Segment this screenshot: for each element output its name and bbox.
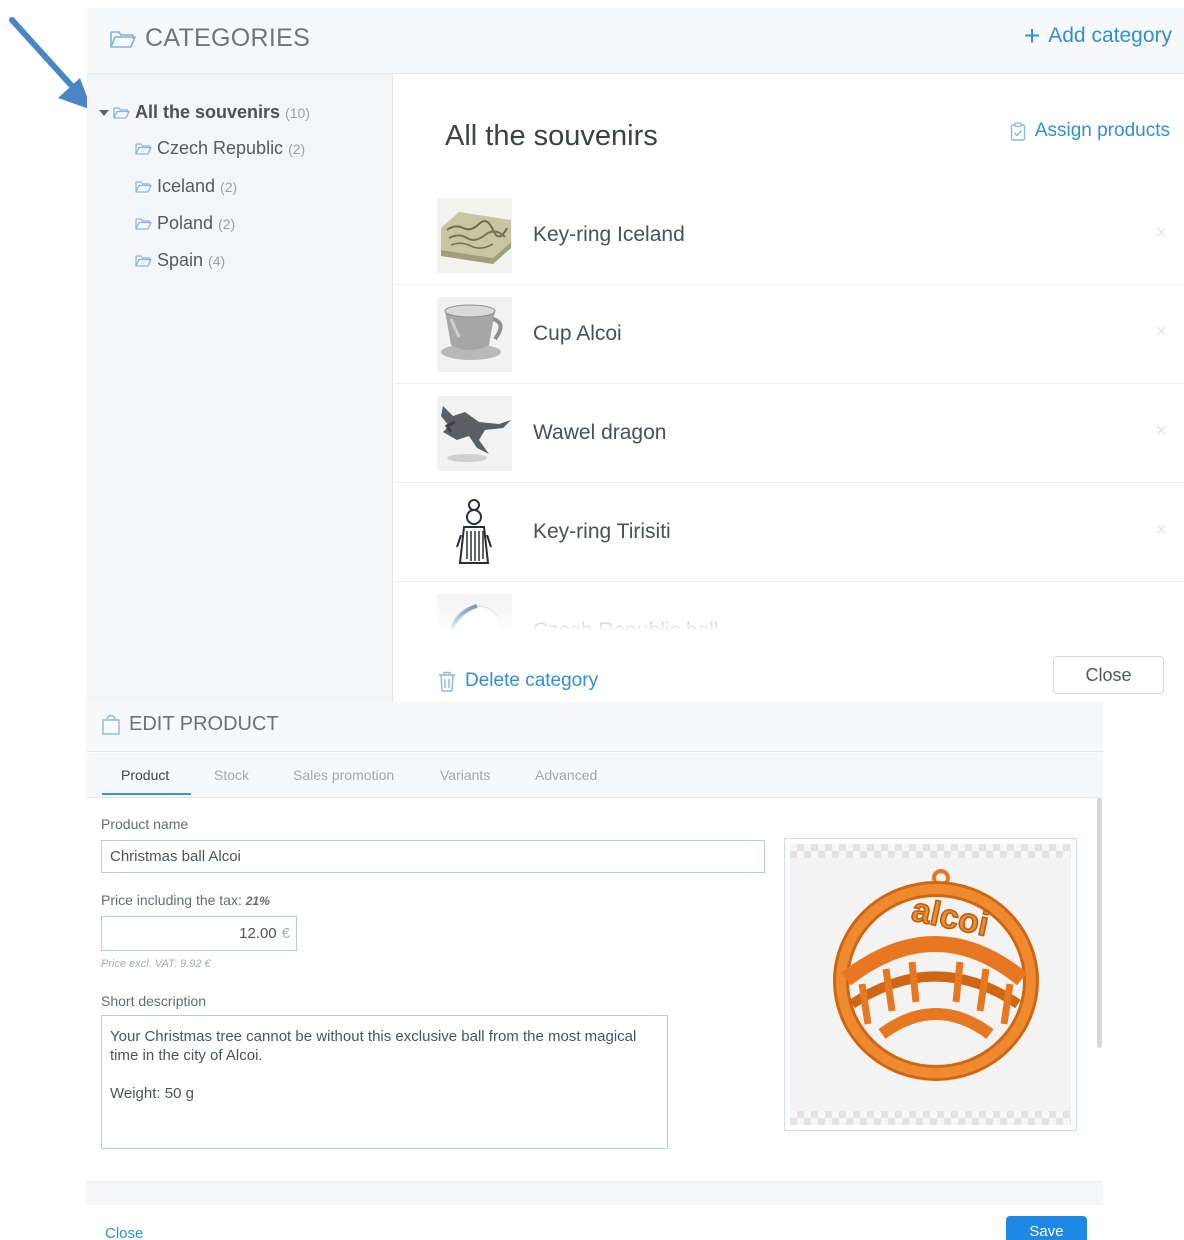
product-image-dropzone[interactable]: alcoi <box>784 838 1077 1131</box>
delete-category-label: Delete category <box>465 670 599 691</box>
scrollbar[interactable] <box>1097 798 1102 1048</box>
tree-item-count: (2) <box>220 178 238 195</box>
product-image: alcoi <box>790 844 1071 1125</box>
tree-item-iceland[interactable]: Iceland (2) <box>135 176 237 197</box>
remove-product-icon[interactable]: × <box>1155 321 1167 344</box>
product-name: Cup Alcoi <box>533 322 622 345</box>
remove-product-icon[interactable]: × <box>1155 420 1167 443</box>
christmas-ball-image: alcoi <box>833 869 1039 1081</box>
edit-product-panel: EDIT PRODUCT Product Stock Sales promoti… <box>86 702 1103 1240</box>
add-category-label: Add category <box>1048 24 1172 47</box>
add-category-button[interactable]: + Add category <box>1023 20 1172 51</box>
shopping-bag-icon <box>102 714 120 735</box>
remove-product-icon[interactable]: × <box>1155 618 1167 630</box>
category-tree: All the souvenirs (10) Czech Republic (2… <box>87 74 393 702</box>
close-link[interactable]: Close <box>105 1225 143 1240</box>
tree-item-count: (4) <box>208 252 226 269</box>
folder-open-icon <box>135 180 152 193</box>
plus-icon: + <box>1023 20 1041 51</box>
product-name: Wawel dragon <box>533 421 667 444</box>
category-detail: All the souvenirs Assign products Key-ri… <box>394 74 1184 702</box>
tree-item-spain[interactable]: Spain (4) <box>135 250 225 271</box>
product-thumbnail <box>437 495 512 570</box>
price-label: Price including the tax: 21% <box>101 892 270 908</box>
remove-product-icon[interactable]: × <box>1155 519 1167 542</box>
product-name: Czech Republic ball <box>533 619 719 630</box>
tree-item-poland[interactable]: Poland (2) <box>135 213 235 234</box>
tax-rate: 21% <box>245 894 270 908</box>
list-item[interactable]: Wawel dragon × <box>394 384 1184 483</box>
assign-products-label: Assign products <box>1034 120 1170 141</box>
tree-item-label: Czech Republic <box>157 138 284 158</box>
tab-advanced[interactable]: Advanced <box>535 767 597 783</box>
short-description-textarea[interactable]: Your Christmas tree cannot be without th… <box>101 1015 668 1149</box>
product-thumbnail <box>437 396 512 471</box>
tree-item-czech-republic[interactable]: Czech Republic (2) <box>135 138 305 159</box>
product-thumbnail <box>437 594 512 630</box>
categories-header: CATEGORIES + Add category <box>87 8 1184 74</box>
product-list: Key-ring Iceland × Cup Alcoi × Wawel dra… <box>394 186 1184 630</box>
product-name: Key-ring Iceland <box>533 223 685 246</box>
edit-product-title: EDIT PRODUCT <box>129 713 279 735</box>
product-name: Key-ring Tirisiti <box>533 520 671 543</box>
tree-item-label: Poland <box>157 213 214 233</box>
remove-product-icon[interactable]: × <box>1155 222 1167 245</box>
caret-down-icon[interactable] <box>99 109 109 116</box>
price-value: 12.00 <box>239 925 277 942</box>
trash-icon <box>439 671 455 692</box>
folder-open-icon <box>135 217 152 230</box>
active-tab-indicator <box>102 793 191 795</box>
folder-open-icon <box>135 254 152 267</box>
price-label-text: Price including the tax: <box>101 892 242 908</box>
tree-item-count: (2) <box>288 140 306 157</box>
folder-open-icon <box>135 142 152 155</box>
product-name-label: Product name <box>101 816 189 832</box>
save-button[interactable]: Save <box>1006 1216 1087 1240</box>
categories-title: CATEGORIES <box>145 24 311 52</box>
tree-item-count: (10) <box>285 104 310 121</box>
product-name-input[interactable] <box>101 840 765 873</box>
assign-products-button[interactable]: Assign products <box>1010 120 1170 142</box>
clipboard-check-icon <box>1010 121 1026 141</box>
product-tabs: Product Stock Sales promotion Variants A… <box>86 753 1103 798</box>
short-description-label: Short description <box>101 993 207 1009</box>
category-name-heading: All the souvenirs <box>445 120 658 152</box>
tree-item-label: Iceland <box>157 176 216 196</box>
tab-sales-promotion[interactable]: Sales promotion <box>293 767 394 783</box>
list-item[interactable]: Cup Alcoi × <box>394 285 1184 384</box>
delete-category-button[interactable]: Delete category <box>438 670 598 692</box>
currency-symbol: € <box>281 925 290 942</box>
tree-item-label: Spain <box>157 250 204 270</box>
tab-stock[interactable]: Stock <box>214 767 249 783</box>
folder-open-icon <box>110 31 136 48</box>
close-button[interactable]: Close <box>1053 656 1164 694</box>
product-form: Product name Price including the tax: 21… <box>86 798 1096 1184</box>
tree-item-count: (2) <box>218 215 236 232</box>
list-item[interactable]: Czech Republic ball × <box>394 582 1184 630</box>
tree-item-all-souvenirs[interactable]: All the souvenirs (10) <box>99 102 310 123</box>
product-thumbnail <box>437 297 512 372</box>
categories-panel: CATEGORIES + Add category All the souven… <box>87 8 1184 702</box>
tab-variants[interactable]: Variants <box>440 767 490 783</box>
tree-item-label: All the souvenirs <box>135 102 281 122</box>
folder-open-icon <box>113 106 130 119</box>
footer-divider <box>86 1181 1103 1205</box>
tab-product[interactable]: Product <box>121 767 169 783</box>
price-input[interactable]: 12.00 € <box>101 916 297 951</box>
product-thumbnail <box>437 198 512 273</box>
edit-product-header: EDIT PRODUCT <box>86 702 1103 752</box>
list-item[interactable]: Key-ring Iceland × <box>394 186 1184 285</box>
price-excl-vat: Price excl. VAT: 9.92 € <box>101 958 211 970</box>
list-item[interactable]: Key-ring Tirisiti × <box>394 483 1184 582</box>
